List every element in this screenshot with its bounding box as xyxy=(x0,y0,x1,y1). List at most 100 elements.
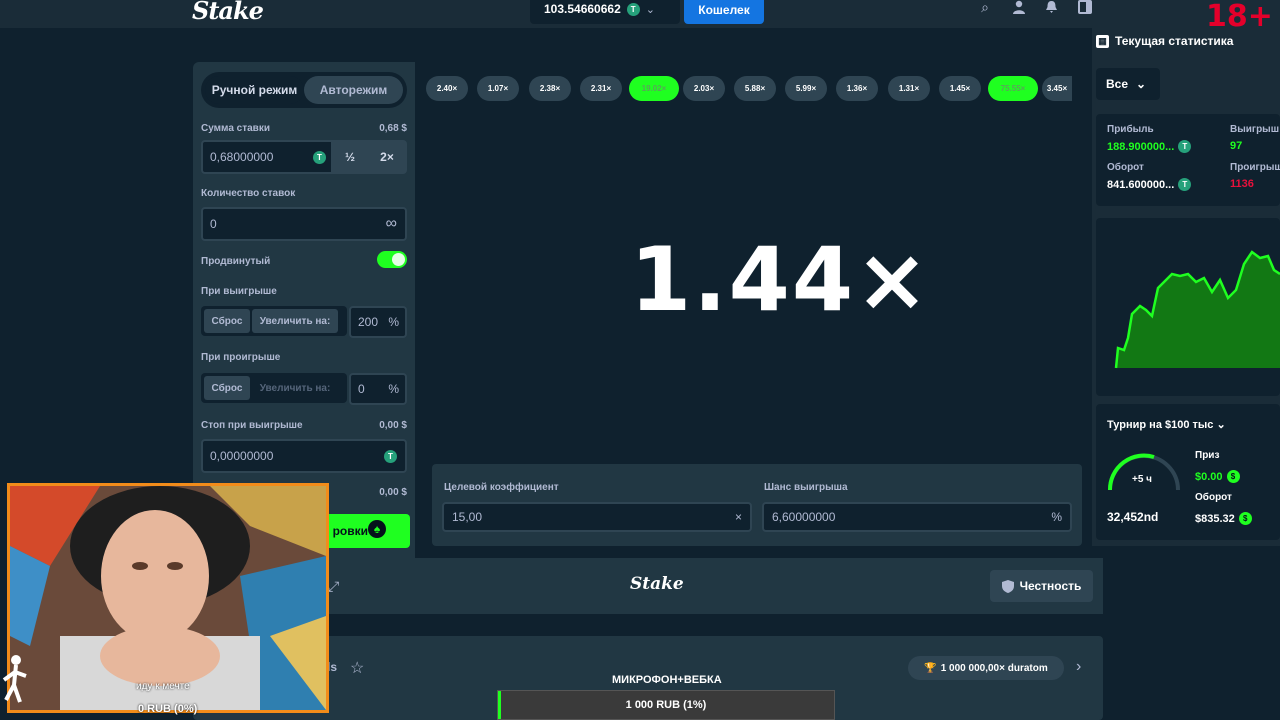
profit-chart-svg xyxy=(1114,250,1280,369)
on-win-value: 200 xyxy=(358,315,379,329)
profit-area xyxy=(1116,252,1280,368)
on-loss-increase-button[interactable]: Увеличить на: xyxy=(252,376,338,400)
chevron-down-icon: ⌄ xyxy=(645,3,655,16)
history-pill[interactable]: 5.88× xyxy=(734,76,776,101)
percent-icon: % xyxy=(388,382,399,396)
percent-icon: % xyxy=(1051,510,1062,524)
bet-amount-input[interactable]: 0,68000000 T ½ 2× xyxy=(201,140,407,174)
wallet-button[interactable]: Кошелек xyxy=(684,0,764,24)
history-pill[interactable]: 5.99× xyxy=(785,76,827,101)
search-icon[interactable]: ⌕ xyxy=(976,0,994,14)
progress-text: 1 000 RUB (1%) xyxy=(625,699,707,711)
on-win-mode: Сброс Увеличить на: xyxy=(201,306,347,336)
profit-label: Прибыль xyxy=(1107,124,1154,135)
footer-logo: Stake xyxy=(630,574,684,594)
on-loss-input[interactable]: 0 % xyxy=(349,373,407,405)
top-win-text: 1 000 000,00× duratom xyxy=(940,662,1048,674)
wins-value: 97 xyxy=(1230,140,1243,152)
stake-logo[interactable]: Stake xyxy=(192,0,264,25)
double-button[interactable]: 2× xyxy=(369,142,405,172)
donation-goal-text: 0 RUB (0%) xyxy=(138,703,198,715)
history-pill[interactable]: 2.38× xyxy=(529,76,571,101)
stats-card: Прибыль 188.900000... T Оборот 841.60000… xyxy=(1096,114,1280,206)
on-win-input[interactable]: 200 % xyxy=(349,306,407,338)
stats-filter-select[interactable]: Все ⌄ xyxy=(1096,68,1160,100)
percent-icon: % xyxy=(388,315,399,329)
history-pill[interactable]: 2.40× xyxy=(426,76,468,101)
stop-loss-usd: 0,00 $ xyxy=(379,487,407,498)
times-icon: × xyxy=(734,510,742,524)
stop-win-input[interactable]: 0,00000000 T xyxy=(201,439,407,473)
bet-amount-value: 0,68000000 xyxy=(210,150,274,164)
tab-auto[interactable]: Авторежим xyxy=(304,76,403,104)
on-loss-label: При проигрыше xyxy=(201,352,281,363)
chance-input[interactable]: 6,60000000 % xyxy=(762,502,1072,532)
balance-selector[interactable]: 103.54660662 T ⌄ xyxy=(530,0,680,24)
mic-webcam-label: МИКРОФОН+ВЕБКА xyxy=(612,674,722,686)
half-button[interactable]: ½ xyxy=(331,142,369,172)
tab-manual[interactable]: Ручной режим xyxy=(205,76,304,104)
star-icon[interactable]: ☆ xyxy=(350,658,364,678)
target-input[interactable]: 15,00 × xyxy=(442,502,752,532)
history-pill[interactable]: 1.45× xyxy=(939,76,981,101)
num-bets-label: Количество ставок xyxy=(201,188,296,199)
infinity-icon[interactable]: ∞ xyxy=(386,215,397,233)
history-pill[interactable]: 1.07× xyxy=(477,76,519,101)
stickman-icon xyxy=(2,655,27,703)
history-pill[interactable]: 1.31× xyxy=(888,76,930,101)
history-pill[interactable]: 75.55× xyxy=(988,76,1038,101)
top-win-pill[interactable]: 🏆 1 000 000,00× duratom xyxy=(908,656,1064,680)
chance-label: Шанс выигрыша xyxy=(764,482,848,493)
on-loss-value: 0 xyxy=(358,382,365,396)
history-pill[interactable]: 3.45× xyxy=(1042,76,1072,101)
prize-row: $0.00 $ xyxy=(1195,470,1240,483)
history-pill[interactable]: 2.03× xyxy=(683,76,725,101)
tournament-timer-gauge xyxy=(1107,453,1180,491)
history-pill[interactable]: 19.02× xyxy=(629,76,679,101)
balance-amount: 103.54660662 xyxy=(544,2,621,16)
usdt-coin-icon: T xyxy=(384,450,397,463)
tournament-card[interactable]: Турнир на $100 тыс ⌄ +5 ч 32,452nd Приз … xyxy=(1096,404,1280,540)
num-bets-input[interactable]: 0 ∞ xyxy=(201,207,407,241)
profit-chart xyxy=(1096,218,1280,396)
sidebar-toggle-icon[interactable] xyxy=(1076,0,1094,14)
history-pill[interactable]: 2.31× xyxy=(580,76,622,101)
tournament-turnover-label: Оборот xyxy=(1195,492,1232,503)
on-win-reset-button[interactable]: Сброс xyxy=(204,309,250,333)
user-icon[interactable] xyxy=(1010,0,1028,14)
losses-value: 1136 xyxy=(1230,178,1254,190)
usdt-coin-icon: T xyxy=(1178,178,1192,191)
advanced-toggle[interactable] xyxy=(377,251,407,268)
stats-title-text: Текущая статистика xyxy=(1115,34,1234,48)
expand-icon[interactable]: ⤢ xyxy=(328,578,339,595)
history-pill[interactable]: 1.36× xyxy=(836,76,878,101)
dollar-coin-icon: $ xyxy=(1238,512,1252,525)
on-win-increase-button[interactable]: Увеличить на: xyxy=(252,309,338,333)
losses-label: Проигрыш xyxy=(1230,162,1280,173)
stop-win-value: 0,00000000 xyxy=(210,449,274,463)
profit-value: 188.900000... xyxy=(1107,140,1175,153)
donation-progress-bar: 1 000 RUB (1%) xyxy=(497,690,835,720)
result-multiplier: 1.44× xyxy=(630,228,931,331)
chevron-right-icon[interactable]: › xyxy=(1076,658,1081,676)
stats-title: ▦ Текущая статистика xyxy=(1096,34,1233,48)
target-value: 15,00 xyxy=(452,510,483,524)
on-loss-reset-button[interactable]: Сброс xyxy=(204,376,250,400)
turnover-value-row: 841.600000... T xyxy=(1107,178,1192,191)
profit-value-row: 188.900000... T xyxy=(1107,140,1192,153)
webcam-overlay xyxy=(7,483,329,713)
tournament-title: Турнир на $100 тыс xyxy=(1107,419,1214,431)
turnover-value: 841.600000... xyxy=(1107,178,1175,191)
target-card: Целевой коэффициент 15,00 × Шанс выигрыш… xyxy=(432,464,1082,546)
on-win-label: При выигрыше xyxy=(201,286,277,297)
fairness-button[interactable]: Честность xyxy=(990,570,1093,602)
bet-amount-usd: 0,68 $ xyxy=(379,123,407,134)
advanced-label: Продвинутый xyxy=(201,256,271,267)
usdt-coin-icon: T xyxy=(626,2,640,16)
tournament-title-row: Турнир на $100 тыс ⌄ xyxy=(1107,418,1226,431)
stop-win-usd: 0,00 $ xyxy=(379,420,407,431)
bell-icon[interactable] xyxy=(1042,0,1060,14)
tournament-turnover-row: $835.32 $ xyxy=(1195,512,1252,525)
bet-amount-label: Сумма ставки xyxy=(201,123,270,134)
chart-icon: ▦ xyxy=(1096,34,1109,48)
